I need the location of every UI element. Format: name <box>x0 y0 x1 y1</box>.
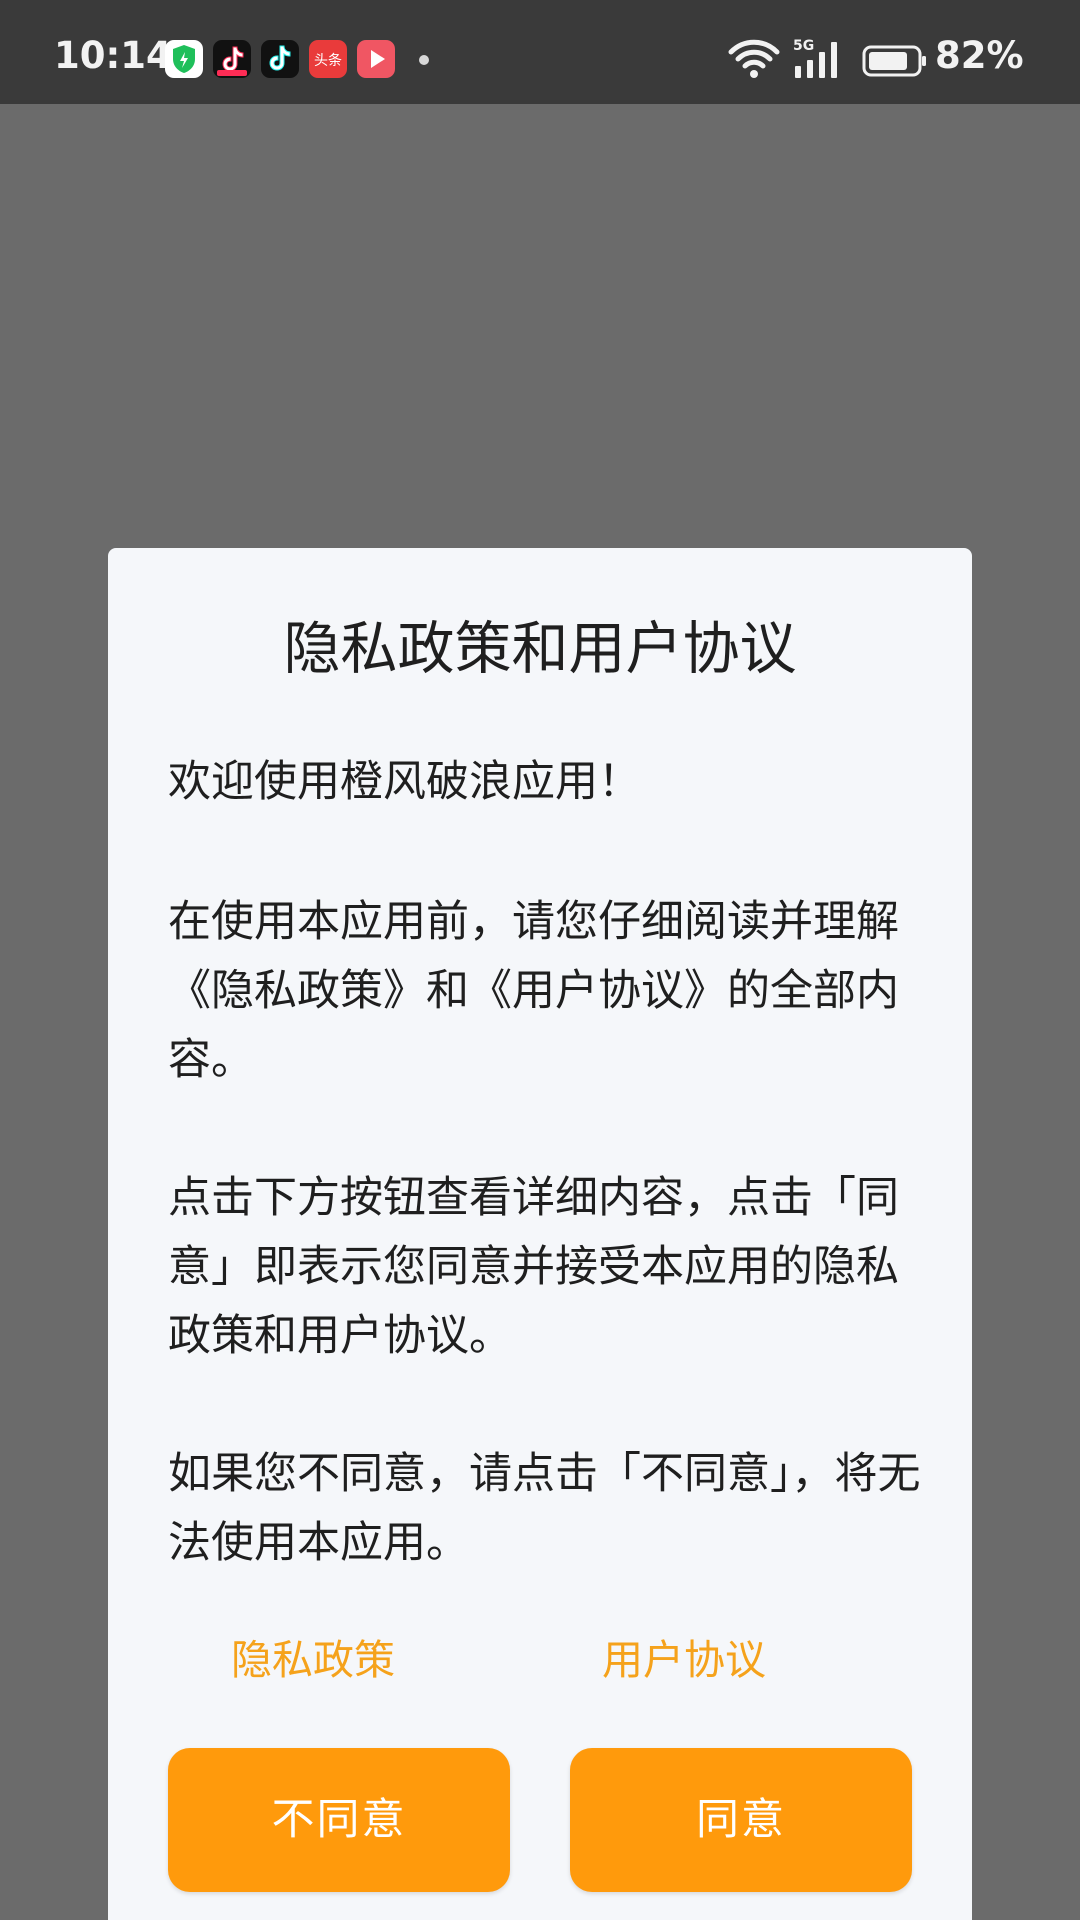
user-agreement-link[interactable]: 用户协议 <box>534 1630 834 1690</box>
more-notifications-dot <box>419 55 429 65</box>
intro-text: 在使用本应用前，请您仔细阅读并理解《隐私政策》和《用户协议》的全部内容。 <box>168 897 899 1085</box>
douyin-icon <box>261 40 299 78</box>
security-icon <box>165 40 203 78</box>
battery-percent: 82% <box>935 34 1024 77</box>
wifi-icon <box>728 36 780 82</box>
battery-icon <box>862 45 928 77</box>
video-player-icon <box>357 40 395 78</box>
toutiao-label: 头条 <box>314 52 342 69</box>
cellular-signal-icon: 5G <box>792 36 848 80</box>
disagree-button[interactable]: 不同意 <box>168 1748 510 1892</box>
agree-button[interactable]: 同意 <box>570 1748 912 1892</box>
status-bar: 10:14 头条 5G 82% <box>0 0 1080 104</box>
privacy-policy-link[interactable]: 隐私政策 <box>163 1630 463 1690</box>
disagree-note-text: 如果您不同意，请点击「不同意」，将无法使用本应用。 <box>168 1449 921 1568</box>
instruction-text: 点击下方按钮查看详细内容，点击「同意」即表示您同意并接受本应用的隐私政策和用户协… <box>168 1173 899 1361</box>
douyin-lite-icon <box>213 40 251 78</box>
toutiao-icon: 头条 <box>309 40 347 78</box>
privacy-consent-dialog: 隐私政策和用户协议 欢迎使用橙风破浪应用！ 在使用本应用前，请您仔细阅读并理解《… <box>108 548 972 1920</box>
status-time: 10:14 <box>54 34 172 77</box>
welcome-text: 欢迎使用橙风破浪应用！ <box>168 757 641 807</box>
dialog-title: 隐私政策和用户协议 <box>283 616 797 682</box>
network-type-label: 5G <box>793 38 814 54</box>
